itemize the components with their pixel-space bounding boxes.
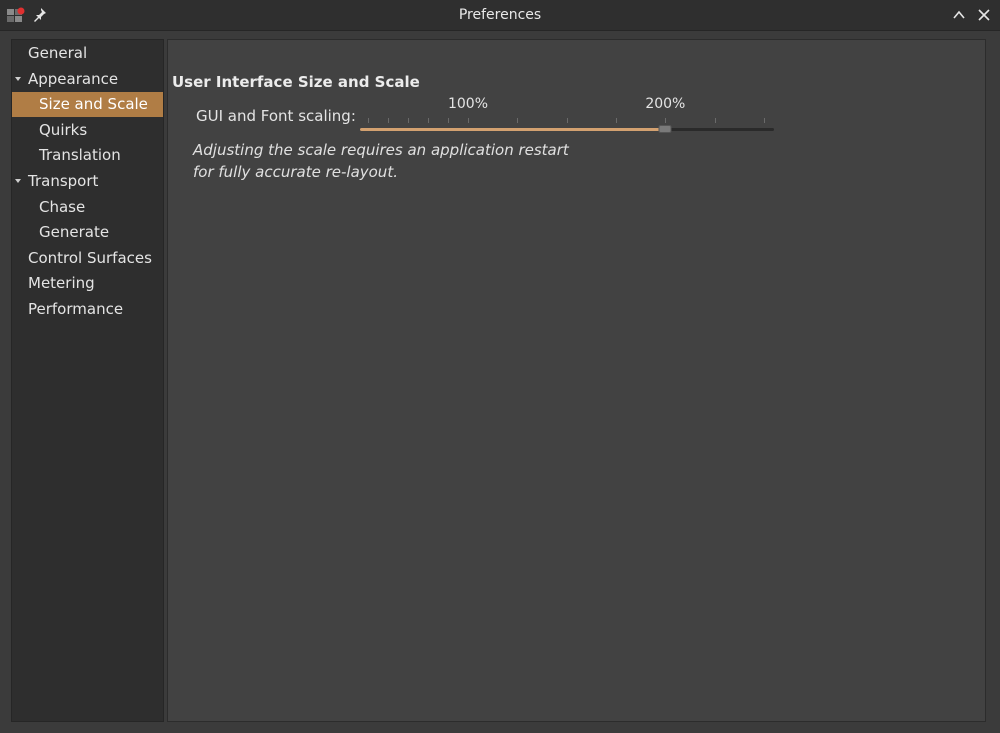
sidebar-item-label: Translation xyxy=(39,146,121,165)
slider-tick xyxy=(408,118,409,123)
slider-tick xyxy=(468,118,469,123)
slider-tick xyxy=(388,118,389,123)
preferences-sidebar: General Appearance Size and Scale Quirks Tra… xyxy=(11,39,164,722)
restart-note-line2: for fully accurate re-layout. xyxy=(193,163,398,181)
sidebar-item-label: Size and Scale xyxy=(39,95,148,114)
sidebar-item-quirks[interactable]: Quirks xyxy=(12,118,163,143)
sidebar-item-label: Generate xyxy=(39,223,110,242)
slider-fill xyxy=(360,128,666,131)
expander-arrow-icon[interactable] xyxy=(14,169,22,194)
sidebar-item-control-surfaces[interactable]: Control Surfaces xyxy=(12,246,163,271)
slider-tick xyxy=(448,118,449,123)
sidebar-item-label: Quirks xyxy=(39,120,88,139)
sidebar-item-generate[interactable]: Generate xyxy=(12,220,163,245)
sidebar-item-appearance[interactable]: Appearance xyxy=(12,67,163,92)
sidebar-item-performance[interactable]: Performance xyxy=(12,297,163,322)
close-icon[interactable] xyxy=(975,6,993,24)
scaling-slider[interactable]: 100% 200% xyxy=(360,96,774,136)
sidebar-item-general[interactable]: General xyxy=(12,41,163,66)
window-title: Preferences xyxy=(458,7,542,23)
sidebar-item-metering[interactable]: Metering xyxy=(12,271,163,296)
section-title: User Interface Size and Scale xyxy=(172,73,420,91)
sidebar-item-label: Control Surfaces xyxy=(28,248,152,267)
expander-arrow-icon[interactable] xyxy=(14,67,22,92)
sidebar-item-translation[interactable]: Translation xyxy=(12,143,163,168)
sidebar-item-label: Chase xyxy=(39,197,86,216)
sidebar-item-label: Transport xyxy=(28,172,99,190)
scaling-label: GUI and Font scaling: xyxy=(196,107,356,125)
restart-note-line1: Adjusting the scale requires an applicat… xyxy=(193,141,569,159)
slider-tick xyxy=(368,118,369,123)
slider-tick xyxy=(566,118,568,123)
slider-tick xyxy=(714,118,716,123)
sidebar-item-label: General xyxy=(28,44,88,62)
slider-handle[interactable] xyxy=(658,125,672,133)
slider-tick xyxy=(616,118,617,123)
slider-tick xyxy=(428,118,429,123)
sidebar-item-size-and-scale[interactable]: Size and Scale xyxy=(12,92,163,118)
chevron-up-icon[interactable] xyxy=(950,6,968,24)
slider-tick xyxy=(764,118,765,123)
sidebar-item-transport[interactable]: Transport xyxy=(12,169,163,194)
sidebar-item-label: Appearance xyxy=(28,69,119,88)
title-bar: Preferences xyxy=(0,0,1000,31)
sidebar-item-chase[interactable]: Chase xyxy=(12,195,163,220)
content-panel: User Interface Size and Scale GUI and Fo… xyxy=(167,39,986,722)
slider-mark-label: 200% xyxy=(645,96,686,112)
sidebar-item-label: Performance xyxy=(28,300,124,318)
slider-tick xyxy=(517,118,519,123)
slider-mark-label: 100% xyxy=(447,96,489,112)
slider-tick xyxy=(665,118,667,123)
sidebar-item-label: Metering xyxy=(28,274,95,293)
